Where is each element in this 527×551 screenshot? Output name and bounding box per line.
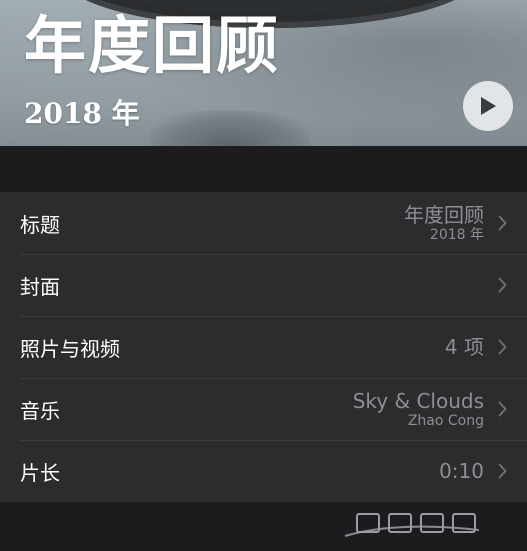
row-label: 标题	[20, 212, 60, 237]
memory-settings-list: 标题 年度回顾 2018 年 封面 照片与视频 4 项 音乐 Sky & Clo…	[0, 192, 527, 502]
row-value-main: Sky & Clouds	[352, 388, 484, 413]
memory-subtitle: 2018 年	[24, 97, 140, 130]
row-label: 照片与视频	[20, 336, 120, 361]
row-value-main: 0:10	[439, 459, 484, 483]
row-value-main: 年度回顾	[404, 202, 484, 227]
chevron-right-icon	[498, 339, 507, 355]
row-label: 封面	[20, 274, 60, 299]
row-music[interactable]: 音乐 Sky & Clouds Zhao Cong	[0, 378, 527, 440]
row-value: Sky & Clouds Zhao Cong	[353, 389, 484, 430]
chevron-right-icon	[498, 401, 507, 417]
row-title[interactable]: 标题 年度回顾 2018 年	[0, 192, 527, 254]
row-cover[interactable]: 封面	[0, 254, 527, 316]
section-spacer	[0, 146, 527, 192]
row-value-main: 4 项	[444, 335, 484, 359]
row-value: 0:10	[439, 459, 484, 483]
row-value-sub: 2018 年	[429, 226, 484, 243]
row-label: 音乐	[20, 398, 60, 423]
row-value: 年度回顾 2018 年	[404, 203, 484, 244]
chevron-right-icon	[498, 215, 507, 231]
watermark-logo	[344, 513, 480, 537]
row-value: 4 项	[445, 335, 484, 359]
hero-photo-ground	[150, 110, 310, 146]
row-label: 片长	[20, 460, 60, 485]
row-photos-videos[interactable]: 照片与视频 4 项	[0, 316, 527, 378]
chevron-right-icon	[498, 277, 507, 293]
memory-title: 年度回顾	[24, 9, 281, 82]
memory-header: 年度回顾 2018 年	[0, 0, 527, 146]
row-duration[interactable]: 片长 0:10	[0, 440, 527, 502]
chevron-right-icon	[498, 463, 507, 479]
row-value-sub: Zhao Cong	[407, 412, 484, 429]
play-icon	[481, 97, 496, 115]
play-button[interactable]	[463, 81, 513, 131]
